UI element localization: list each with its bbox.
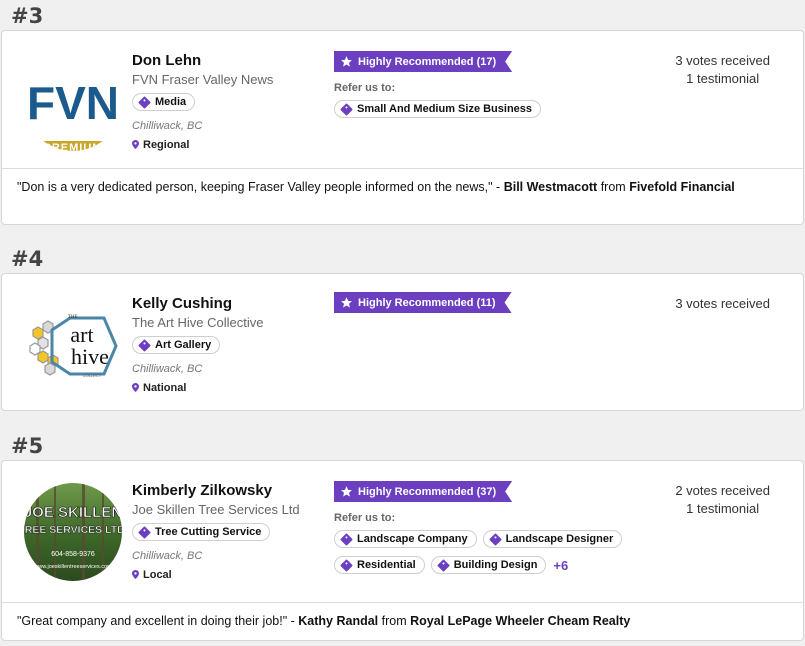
reach-row: Local: [132, 569, 332, 581]
tag-icon: [488, 532, 502, 546]
location-text: Chilliwack, BC: [132, 549, 203, 562]
tag-icon: [138, 338, 151, 352]
testimonials-count[interactable]: 1 testimonial: [675, 70, 770, 88]
logo-line2-text: hive: [71, 344, 109, 369]
tag-icon: [340, 532, 353, 546]
tag-icon: [436, 558, 450, 572]
badge-label: Highly Recommended (37): [358, 485, 497, 498]
company-name[interactable]: Joe Skillen Tree Services Ltd: [132, 502, 332, 517]
listing-card: THE art hive COLLECT Kelly Cushing The A…: [1, 273, 804, 411]
company-name[interactable]: The Art Hive Collective: [132, 315, 332, 330]
logo-web-text: www.joeskillentreeservices.com: [33, 564, 112, 570]
refer-tags: Landscape Company Landscape Designer Res…: [334, 530, 644, 574]
reach-row: Regional: [132, 139, 332, 151]
map-pin-icon: [132, 570, 139, 579]
refer-tag[interactable]: Small And Medium Size Business: [334, 100, 542, 118]
category-tag[interactable]: Art Gallery: [132, 336, 221, 354]
refer-label: Refer us to:: [334, 512, 396, 524]
recommendation-badge[interactable]: Highly Recommended (17): [334, 51, 512, 72]
refer-tag-label: Residential: [357, 559, 416, 571]
quote-text: "Great company and excellent in doing th…: [17, 614, 288, 628]
category-label: Media: [155, 96, 187, 108]
tag-icon: [340, 558, 353, 572]
tag-icon: [138, 525, 151, 539]
map-pin-icon: [132, 140, 139, 149]
votes-summary: 2 votes received 1 testimonial: [675, 482, 770, 518]
refer-label: Refer us to:: [334, 82, 396, 94]
star-icon: [340, 55, 353, 68]
quote-separator: -: [287, 614, 299, 628]
quote-separator: -: [492, 180, 504, 194]
fvn-logo-icon: FVN PREMIUM: [24, 53, 122, 151]
testimonials-count[interactable]: 1 testimonial: [675, 500, 770, 518]
reach-label: Regional: [143, 138, 190, 151]
company-logo[interactable]: JOE SKILLEN TREE SERVICES LTD. 604-858-9…: [24, 483, 122, 581]
tree-service-logo-icon: JOE SKILLEN TREE SERVICES LTD. 604-858-9…: [24, 483, 122, 581]
refer-tag-label: Building Design: [453, 559, 538, 571]
star-icon: [340, 485, 353, 498]
refer-tag-label: Landscape Designer: [505, 533, 614, 545]
logo-the-text: THE: [68, 315, 78, 320]
tag-icon: [340, 102, 353, 116]
recommendation-badge[interactable]: Highly Recommended (11): [334, 292, 512, 313]
more-tags-link[interactable]: +6: [553, 558, 568, 573]
listing-card: FVN PREMIUM Don Lehn FVN Fraser Valley N…: [1, 30, 804, 225]
category-label: Tree Cutting Service: [155, 526, 262, 538]
quote-text: "Don is a very dedicated person, keeping…: [17, 180, 493, 194]
quote-author: Bill Westmacott: [503, 180, 598, 194]
refer-tags: Small And Medium Size Business: [334, 100, 644, 118]
votes-count: 3 votes received: [675, 296, 770, 311]
quote-organization: Royal LePage Wheeler Cheam Realty: [410, 614, 631, 628]
refer-tag[interactable]: Residential: [334, 556, 425, 574]
refer-tag-label: Landscape Company: [357, 533, 468, 545]
quote-from: from: [597, 180, 630, 194]
quote-author: Kathy Randal: [298, 614, 379, 628]
reach-row: National: [132, 382, 332, 394]
company-logo[interactable]: THE art hive COLLECT: [24, 296, 122, 394]
refer-tag[interactable]: Landscape Company: [334, 530, 477, 548]
tag-icon: [138, 95, 151, 109]
art-hive-logo-icon: THE art hive COLLECT: [24, 296, 122, 394]
badge-label: Highly Recommended (11): [358, 296, 496, 309]
quote-from: from: [378, 614, 411, 628]
rank-label: #4: [11, 247, 44, 271]
star-icon: [340, 296, 353, 309]
company-logo[interactable]: FVN PREMIUM: [24, 53, 122, 151]
logo-premium-text: PREMIUM: [44, 142, 103, 151]
logo-phone-text: 604-858-9376: [51, 551, 95, 558]
location-text: Chilliwack, BC: [132, 362, 203, 375]
logo-bottom-text: COLLECT: [83, 373, 102, 378]
refer-tag[interactable]: Landscape Designer: [482, 530, 623, 548]
quote-organization: Fivefold Financial: [629, 180, 735, 194]
location-text: Chilliwack, BC: [132, 119, 203, 132]
map-pin-icon: [132, 383, 139, 392]
testimonial-quote: "Great company and excellent in doing th…: [2, 602, 803, 630]
reach-label: Local: [143, 568, 172, 581]
category-label: Art Gallery: [155, 339, 212, 351]
company-name[interactable]: FVN Fraser Valley News: [132, 72, 332, 87]
votes-count: 3 votes received: [675, 53, 770, 68]
listing-card: JOE SKILLEN TREE SERVICES LTD. 604-858-9…: [1, 460, 804, 641]
category-tag[interactable]: Tree Cutting Service: [132, 523, 271, 541]
testimonial-quote: "Don is a very dedicated person, keeping…: [2, 168, 803, 196]
member-name[interactable]: Don Lehn: [132, 52, 332, 69]
votes-summary: 3 votes received: [675, 295, 770, 313]
refer-tag-label: Small And Medium Size Business: [357, 103, 533, 115]
refer-tag[interactable]: Building Design: [430, 556, 547, 574]
rank-label: #5: [11, 434, 44, 458]
logo-text: FVN: [27, 77, 119, 129]
category-tag[interactable]: Media: [132, 93, 196, 111]
recommendation-badge[interactable]: Highly Recommended (37): [334, 481, 512, 502]
badge-label: Highly Recommended (17): [358, 55, 497, 68]
member-name[interactable]: Kimberly Zilkowsky: [132, 482, 332, 499]
logo-line1-text: JOE SKILLEN: [24, 504, 122, 521]
logo-line2-text: TREE SERVICES LTD.: [24, 524, 122, 536]
member-name[interactable]: Kelly Cushing: [132, 295, 332, 312]
rank-label: #3: [11, 4, 44, 28]
votes-summary: 3 votes received 1 testimonial: [675, 52, 770, 88]
reach-label: National: [143, 381, 187, 394]
votes-count: 2 votes received: [675, 483, 770, 498]
